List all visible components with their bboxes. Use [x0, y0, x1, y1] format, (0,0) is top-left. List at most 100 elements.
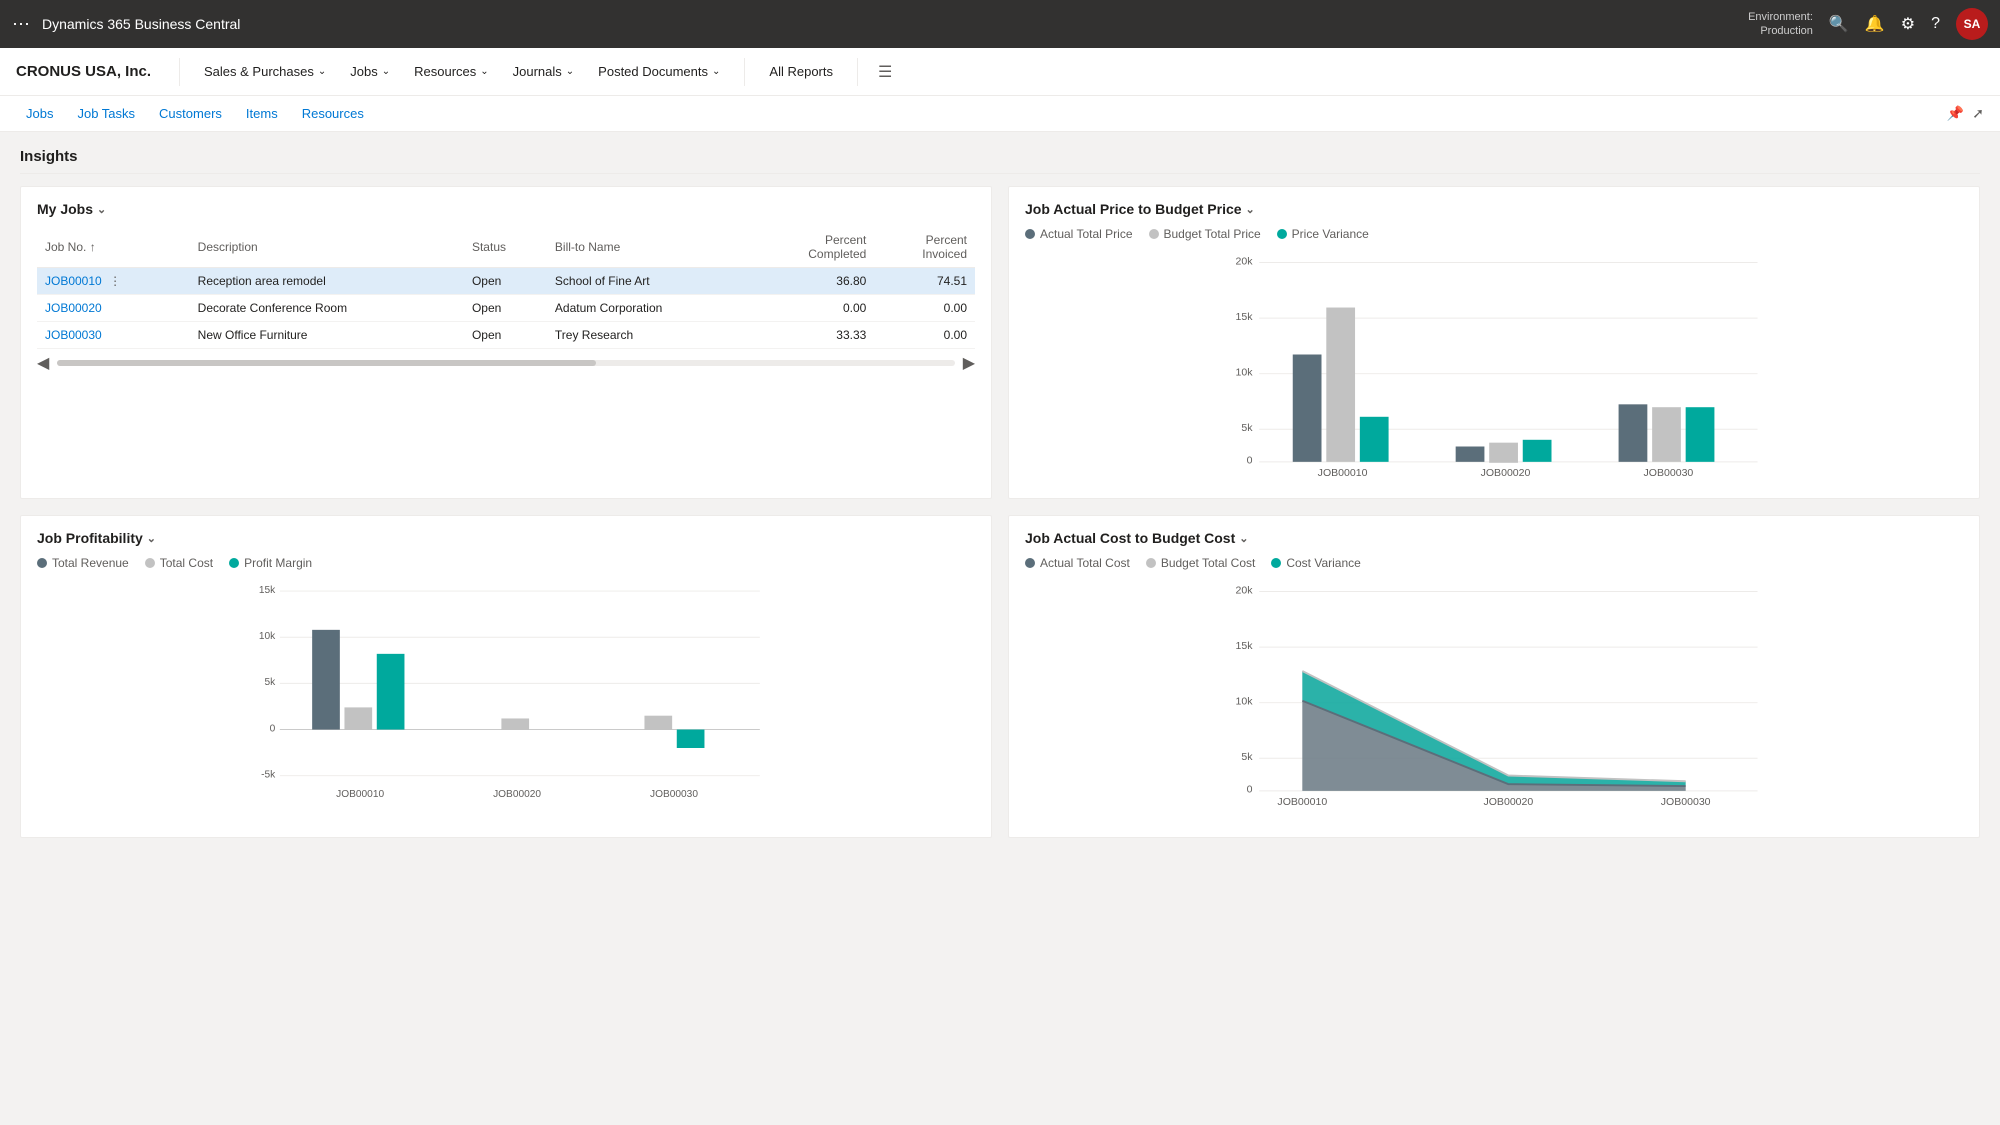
pct-completed-cell: 0.00	[752, 295, 875, 322]
environment-info: Environment: Production	[1748, 10, 1813, 39]
table-row[interactable]: JOB00020 Decorate Conference Room Open A…	[37, 295, 975, 322]
expand-icon[interactable]: ➚	[1972, 105, 1984, 122]
description-cell: New Office Furniture	[190, 322, 464, 349]
pin-icon[interactable]: 📌	[1947, 105, 1964, 122]
row-actions-icon[interactable]: ⋮	[109, 274, 121, 288]
pct-invoiced-cell: 74.51	[874, 268, 975, 295]
nav-posted-documents[interactable]: Posted Documents⌄	[586, 48, 732, 96]
status-cell: Open	[464, 295, 547, 322]
cost-chart-panel: Job Actual Cost to Budget Cost ⌄ Actual …	[1008, 515, 1980, 838]
svg-text:-5k: -5k	[261, 770, 276, 781]
bar-budget	[1489, 443, 1518, 463]
job-link[interactable]: JOB00020	[45, 301, 102, 315]
table-nav: ◀ ▶	[37, 349, 975, 377]
price-chart-title: Job Actual Price to Budget Price ⌄	[1025, 201, 1963, 217]
profitability-chart-chevron[interactable]: ⌄	[147, 532, 156, 545]
legend-cost-variance: Cost Variance	[1271, 556, 1360, 570]
cost-chart-chevron[interactable]: ⌄	[1239, 532, 1248, 545]
table-row[interactable]: JOB00010 ⋮ Reception area remodel Open S…	[37, 268, 975, 295]
col-pct-invoiced: PercentInvoiced	[874, 227, 975, 268]
budget-cost-dot	[1146, 558, 1156, 568]
svg-text:0: 0	[1247, 455, 1253, 467]
subnav: Jobs Job Tasks Customers Items Resources…	[0, 96, 2000, 132]
hamburger-icon[interactable]: ☰	[878, 62, 892, 82]
waffle-icon[interactable]: ⋯	[12, 14, 30, 35]
avatar[interactable]: SA	[1956, 8, 1988, 40]
subnav-job-tasks[interactable]: Job Tasks	[67, 96, 145, 132]
notification-icon[interactable]: 🔔	[1865, 14, 1885, 34]
charts-row-1: My Jobs ⌄ Job No. ↑ Description Status B…	[20, 186, 1980, 499]
pct-completed-cell: 33.33	[752, 322, 875, 349]
bar-variance	[1686, 407, 1715, 462]
svg-text:15k: 15k	[1236, 640, 1254, 652]
subnav-jobs[interactable]: Jobs	[16, 96, 63, 132]
search-icon[interactable]: 🔍	[1829, 14, 1849, 34]
nav-sales-purchases[interactable]: Sales & Purchases⌄	[192, 48, 338, 96]
cost-area-chart: 20k 15k 10k 5k 0	[1025, 580, 1963, 810]
price-chart-legend: Actual Total Price Budget Total Price Pr…	[1025, 227, 1963, 241]
job-no-cell: JOB00030	[37, 322, 190, 349]
bill-to-cell: Adatum Corporation	[547, 295, 752, 322]
bar-cost	[501, 718, 529, 729]
svg-text:JOB00030: JOB00030	[1644, 467, 1694, 479]
bar-variance	[1360, 417, 1389, 462]
legend-price-variance: Price Variance	[1277, 227, 1369, 241]
settings-icon[interactable]: ⚙	[1901, 14, 1915, 34]
col-job-no[interactable]: Job No. ↑	[37, 227, 190, 268]
bar-actual	[1619, 404, 1648, 462]
svg-text:JOB00010: JOB00010	[1277, 796, 1327, 808]
main-content: Insights My Jobs ⌄ Job No. ↑ Description…	[0, 132, 2000, 870]
cost-chart-title: Job Actual Cost to Budget Cost ⌄	[1025, 530, 1963, 546]
svg-text:15k: 15k	[259, 585, 276, 596]
job-link[interactable]: JOB00030	[45, 328, 102, 342]
scroll-thumb	[57, 360, 595, 366]
price-chart-chevron[interactable]: ⌄	[1246, 203, 1255, 216]
company-name: CRONUS USA, Inc.	[16, 63, 151, 80]
col-description: Description	[190, 227, 464, 268]
total-revenue-dot	[37, 558, 47, 568]
bar-budget	[1326, 308, 1355, 462]
jobs-table: Job No. ↑ Description Status Bill-to Nam…	[37, 227, 975, 349]
legend-budget-cost: Budget Total Cost	[1146, 556, 1256, 570]
nav-divider	[179, 58, 180, 86]
profitability-bar-chart: 15k 10k 5k 0 -5k JOB00010	[37, 580, 975, 820]
svg-text:15k: 15k	[1236, 311, 1254, 323]
app-title: Dynamics 365 Business Central	[42, 16, 240, 32]
col-status: Status	[464, 227, 547, 268]
topbar: ⋯ Dynamics 365 Business Central Environm…	[0, 0, 2000, 48]
legend-actual-price: Actual Total Price	[1025, 227, 1133, 241]
subnav-items[interactable]: Items	[236, 96, 288, 132]
nav-all-reports[interactable]: All Reports	[757, 64, 845, 79]
actual-price-dot	[1025, 229, 1035, 239]
bar-cost	[344, 707, 372, 729]
bar-budget	[1652, 407, 1681, 462]
svg-text:JOB00030: JOB00030	[1661, 796, 1711, 808]
scroll-bar[interactable]	[57, 360, 954, 366]
nav-resources[interactable]: Resources⌄	[402, 48, 501, 96]
legend-total-cost: Total Cost	[145, 556, 213, 570]
svg-text:JOB00010: JOB00010	[1318, 467, 1368, 479]
pct-completed-cell: 36.80	[752, 268, 875, 295]
scroll-left-arrow[interactable]: ◀	[37, 353, 49, 373]
subnav-customers[interactable]: Customers	[149, 96, 232, 132]
secondnav: CRONUS USA, Inc. Sales & Purchases⌄ Jobs…	[0, 48, 2000, 96]
bar-actual	[1293, 355, 1322, 462]
nav-divider-2	[744, 58, 745, 86]
nav-divider-3	[857, 58, 858, 86]
my-jobs-title: My Jobs ⌄	[37, 201, 975, 217]
table-row[interactable]: JOB00030 New Office Furniture Open Trey …	[37, 322, 975, 349]
profitability-chart-legend: Total Revenue Total Cost Profit Margin	[37, 556, 975, 570]
svg-text:20k: 20k	[1236, 255, 1254, 267]
my-jobs-chevron[interactable]: ⌄	[97, 203, 106, 216]
subnav-resources[interactable]: Resources	[292, 96, 374, 132]
insights-title: Insights	[20, 148, 1980, 174]
help-icon[interactable]: ?	[1931, 15, 1940, 33]
scroll-right-arrow[interactable]: ▶	[963, 353, 975, 373]
legend-budget-price: Budget Total Price	[1149, 227, 1261, 241]
description-cell: Decorate Conference Room	[190, 295, 464, 322]
nav-journals[interactable]: Journals⌄	[501, 48, 587, 96]
svg-text:JOB00020: JOB00020	[1483, 796, 1533, 808]
job-link[interactable]: JOB00010	[45, 274, 102, 288]
nav-jobs[interactable]: Jobs⌄	[338, 48, 402, 96]
actual-cost-dot	[1025, 558, 1035, 568]
